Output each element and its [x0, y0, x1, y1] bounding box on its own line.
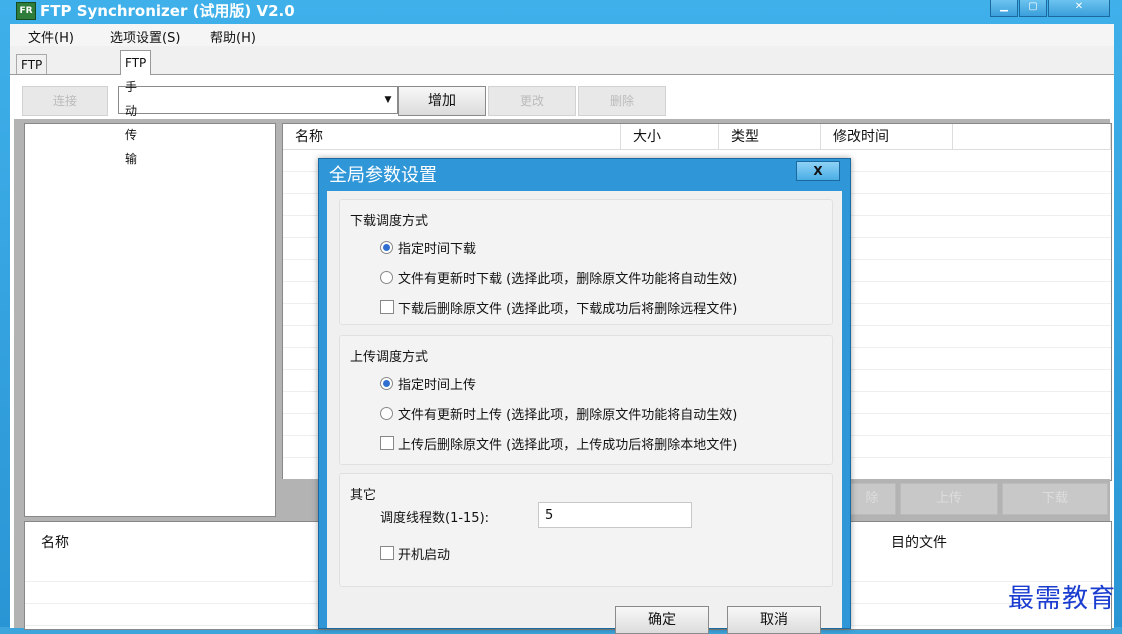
checkbox-icon[interactable]	[380, 546, 394, 560]
checkbox-icon[interactable]	[380, 436, 394, 450]
startup-label: 开机启动	[398, 548, 451, 563]
upload-scheduled-label: 指定时间上传	[398, 378, 477, 393]
toolbar: 连接 ▼ 增加 更改 删除	[10, 75, 1114, 117]
cancel-button[interactable]: 取消	[727, 606, 821, 634]
menu-help[interactable]: 帮助(H)	[210, 27, 256, 46]
upload-on-update-option[interactable]: 文件有更新时上传 (选择此项，删除原文件功能将自动生效)	[380, 404, 737, 423]
title-bar[interactable]: FR FTP Synchronizer (试用版) V2.0 ▁ ▢ ✕	[0, 0, 1122, 24]
download-delete-label: 下载后删除原文件 (选择此项，下载成功后将删除远程文件)	[398, 302, 738, 317]
column-extra	[953, 124, 1111, 150]
other-settings-group: 其它 调度线程数(1-15): 5 开机启动	[339, 473, 833, 587]
site-select[interactable]: ▼	[118, 86, 398, 114]
threads-input[interactable]: 5	[538, 502, 692, 528]
download-delete-checkbox[interactable]: 下载后删除原文件 (选择此项，下载成功后将删除远程文件)	[380, 298, 737, 317]
startup-checkbox[interactable]: 开机启动	[380, 544, 450, 563]
other-group-title: 其它	[350, 488, 377, 503]
maximize-button[interactable]: ▢	[1019, 0, 1047, 17]
app-icon: FR	[16, 2, 36, 20]
queue-column-destination[interactable]: 目的文件	[891, 532, 947, 552]
close-window-button[interactable]: ✕	[1048, 0, 1110, 17]
menu-file[interactable]: 文件(H)	[28, 27, 74, 46]
threads-label: 调度线程数(1-15):	[380, 511, 490, 526]
download-scheduled-label: 指定时间下载	[398, 242, 477, 257]
menu-bar: 文件(H) 选项设置(S) 帮助(H)	[10, 24, 1114, 46]
minimize-button[interactable]: ▁	[990, 0, 1018, 17]
global-settings-dialog: 全局参数设置 X 下载调度方式 指定时间下载 文件有更新时下载 (选择此项，删除…	[318, 158, 851, 634]
download-on-update-option[interactable]: 文件有更新时下载 (选择此项，删除原文件功能将自动生效)	[380, 268, 737, 287]
watermark-text: 最需教育	[1007, 584, 1116, 614]
edit-button[interactable]: 更改	[488, 86, 576, 116]
upload-delete-checkbox[interactable]: 上传后删除原文件 (选择此项，上传成功后将删除本地文件)	[380, 434, 737, 453]
delete-button[interactable]: 删除	[578, 86, 666, 116]
column-modified[interactable]: 修改时间	[821, 124, 953, 150]
download-group-title: 下载调度方式	[350, 214, 429, 229]
download-schedule-group: 下载调度方式 指定时间下载 文件有更新时下载 (选择此项，删除原文件功能将自动生…	[339, 199, 833, 325]
upload-group-title: 上传调度方式	[350, 350, 429, 365]
radio-selected-icon[interactable]	[380, 241, 393, 254]
local-tree-pane[interactable]	[24, 123, 276, 517]
dialog-title: 全局参数设置	[329, 165, 437, 186]
radio-icon[interactable]	[380, 271, 393, 284]
upload-scheduled-option[interactable]: 指定时间上传	[380, 374, 476, 393]
column-size[interactable]: 大小	[621, 124, 719, 150]
radio-selected-icon[interactable]	[380, 377, 393, 390]
tab-ftp-manual[interactable]: FTP手动传输	[120, 50, 152, 166]
dialog-body: 下载调度方式 指定时间下载 文件有更新时下载 (选择此项，删除原文件功能将自动生…	[327, 191, 842, 634]
column-name[interactable]: 名称	[283, 124, 621, 150]
menu-options[interactable]: 选项设置(S)	[110, 27, 180, 46]
download-scheduled-option[interactable]: 指定时间下载	[380, 238, 476, 257]
queue-column-name[interactable]: 名称	[41, 532, 69, 552]
download-button[interactable]: 下载	[1002, 483, 1108, 515]
upload-button[interactable]: 上传	[900, 483, 998, 515]
radio-icon[interactable]	[380, 407, 393, 420]
add-button[interactable]: 增加	[398, 86, 486, 116]
checkbox-icon[interactable]	[380, 300, 394, 314]
remove-button[interactable]: 除	[848, 483, 896, 515]
tab-ftp-auto[interactable]: FTP自动传输	[16, 54, 48, 152]
upload-on-update-label: 文件有更新时上传 (选择此项，删除原文件功能将自动生效)	[398, 408, 738, 423]
column-type[interactable]: 类型	[719, 124, 821, 150]
download-on-update-label: 文件有更新时下载 (选择此项，删除原文件功能将自动生效)	[398, 272, 738, 287]
window-title: FTP Synchronizer (试用版) V2.0	[40, 2, 295, 20]
connect-button[interactable]: 连接	[22, 86, 108, 116]
dialog-close-button[interactable]: X	[796, 161, 840, 181]
upload-schedule-group: 上传调度方式 指定时间上传 文件有更新时上传 (选择此项，删除原文件功能将自动生…	[339, 335, 833, 465]
ok-button[interactable]: 确定	[615, 606, 709, 634]
upload-delete-label: 上传后删除原文件 (选择此项，上传成功后将删除本地文件)	[398, 438, 738, 453]
chevron-down-icon[interactable]: ▼	[379, 87, 397, 113]
